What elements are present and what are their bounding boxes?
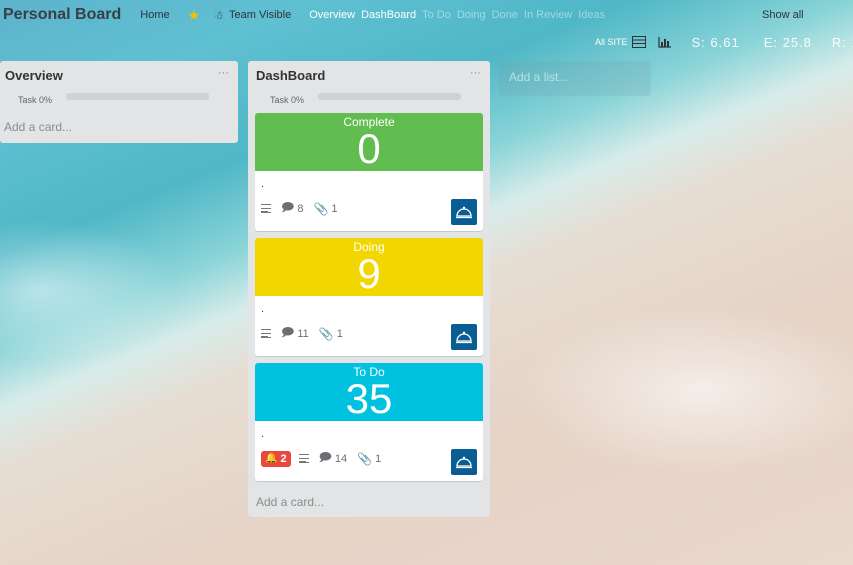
bell-icon: 🔔 xyxy=(265,453,278,464)
comments-badge: 🗩 11 xyxy=(281,323,309,344)
stat-e: E: 25.8 xyxy=(763,34,812,50)
due-alert-badge: 🔔 2 xyxy=(261,450,291,467)
star-icon[interactable]: ★ xyxy=(188,8,201,22)
table-icon[interactable] xyxy=(631,36,646,48)
member-avatar[interactable] xyxy=(451,199,477,225)
comment-count: 8 xyxy=(297,202,304,215)
comment-count: 11 xyxy=(297,327,309,340)
comment-icon: 🗩 xyxy=(281,325,295,339)
task-progress-label: Task 0% xyxy=(18,95,53,105)
comment-icon: 🗩 xyxy=(318,450,332,464)
comments-badge: 🗩 8 xyxy=(281,198,303,219)
add-list-label: Add a list... xyxy=(509,70,569,84)
card-title: . xyxy=(261,303,265,315)
card-banner: To Do 35 xyxy=(255,363,483,421)
card-title: . xyxy=(261,178,265,190)
add-list-button[interactable]: Add a list... xyxy=(499,61,651,96)
list-overview: Overview ··· Task 0% Add a card... xyxy=(0,61,238,143)
board-header: Personal Board Home ★ ☃ Team Visible Ove… xyxy=(0,0,853,30)
comment-count: 14 xyxy=(334,452,348,465)
list-menu-icon[interactable]: ··· xyxy=(470,67,481,79)
paperclip-icon: 📎 xyxy=(313,201,329,216)
card-banner: Complete 0 xyxy=(255,113,483,171)
task-progress-label: Task 0% xyxy=(270,95,305,105)
list-link-review[interactable]: In Review xyxy=(524,9,572,21)
list-link-doing[interactable]: Doing xyxy=(457,9,486,21)
task-progress-bar xyxy=(66,93,209,100)
list-title[interactable]: Overview xyxy=(5,68,63,83)
card-banner: Doing 9 xyxy=(255,238,483,296)
attachment-count: 1 xyxy=(331,202,338,215)
alert-count: 2 xyxy=(280,452,287,465)
stat-s: S: 6.61 xyxy=(691,34,740,50)
card-count: 0 xyxy=(357,125,381,172)
member-avatar[interactable] xyxy=(451,324,477,350)
list-link-todo[interactable]: To Do xyxy=(422,9,451,21)
show-all-button[interactable]: Show all xyxy=(762,9,804,21)
paperclip-icon: 📎 xyxy=(318,326,334,341)
member-avatar[interactable] xyxy=(451,449,477,475)
card-doing[interactable]: Doing 9 . 🗩 11 📎 1 xyxy=(255,238,483,356)
description-icon xyxy=(261,329,271,338)
all-site-label[interactable]: All SITE xyxy=(595,37,628,47)
list-links: Overview DashBoard To Do Doing Done In R… xyxy=(309,9,605,21)
comment-icon: 🗩 xyxy=(281,200,295,214)
team-icon: ☃ xyxy=(214,9,225,22)
list-title[interactable]: DashBoard xyxy=(256,68,325,83)
description-icon xyxy=(261,204,271,213)
card-badges: 🔔 2 🗩 14 📎 1 xyxy=(261,448,391,469)
task-progress-bar xyxy=(318,93,461,100)
add-card-button[interactable]: Add a card... xyxy=(4,120,72,134)
list-menu-icon[interactable]: ··· xyxy=(218,67,229,79)
add-card-button[interactable]: Add a card... xyxy=(256,495,324,509)
comments-badge: 🗩 14 xyxy=(319,448,348,469)
cloche-icon xyxy=(456,331,472,344)
cloche-icon xyxy=(456,206,472,219)
attachments-badge: 📎 1 xyxy=(357,452,381,466)
stat-r: R: 19.2 xyxy=(831,34,853,50)
description-icon xyxy=(298,454,309,463)
card-complete[interactable]: Complete 0 . 🗩 8 📎 1 xyxy=(255,113,483,231)
paperclip-icon: 📎 xyxy=(357,451,373,466)
card-badges: 🗩 11 📎 1 xyxy=(261,323,353,344)
attachments-badge: 📎 1 xyxy=(313,202,337,216)
stats-bar: All SITE S: 6.61 E: 25.8 R: 19.2 xyxy=(595,32,853,52)
list-link-dashboard[interactable]: DashBoard xyxy=(361,9,416,21)
attachment-count: 1 xyxy=(375,452,382,465)
visibility-button[interactable]: Team Visible xyxy=(229,9,291,21)
card-count: 35 xyxy=(345,375,393,422)
list-dashboard: DashBoard ··· Task 0% Complete 0 . 🗩 8 📎… xyxy=(248,61,490,517)
card-count: 9 xyxy=(357,250,381,297)
list-link-done[interactable]: Done xyxy=(492,9,518,21)
card-badges: 🗩 8 📎 1 xyxy=(261,198,348,219)
list-link-overview[interactable]: Overview xyxy=(309,9,355,21)
list-link-ideas[interactable]: Ideas xyxy=(578,9,605,21)
board-title[interactable]: Personal Board xyxy=(3,6,121,24)
chart-icon[interactable] xyxy=(657,36,672,48)
attachment-count: 1 xyxy=(336,327,343,340)
card-todo[interactable]: To Do 35 . 🔔 2 🗩 14 📎 1 xyxy=(255,363,483,481)
card-title: . xyxy=(261,428,265,440)
home-link[interactable]: Home xyxy=(140,9,169,21)
attachments-badge: 📎 1 xyxy=(319,327,343,341)
cloche-icon xyxy=(456,456,472,469)
